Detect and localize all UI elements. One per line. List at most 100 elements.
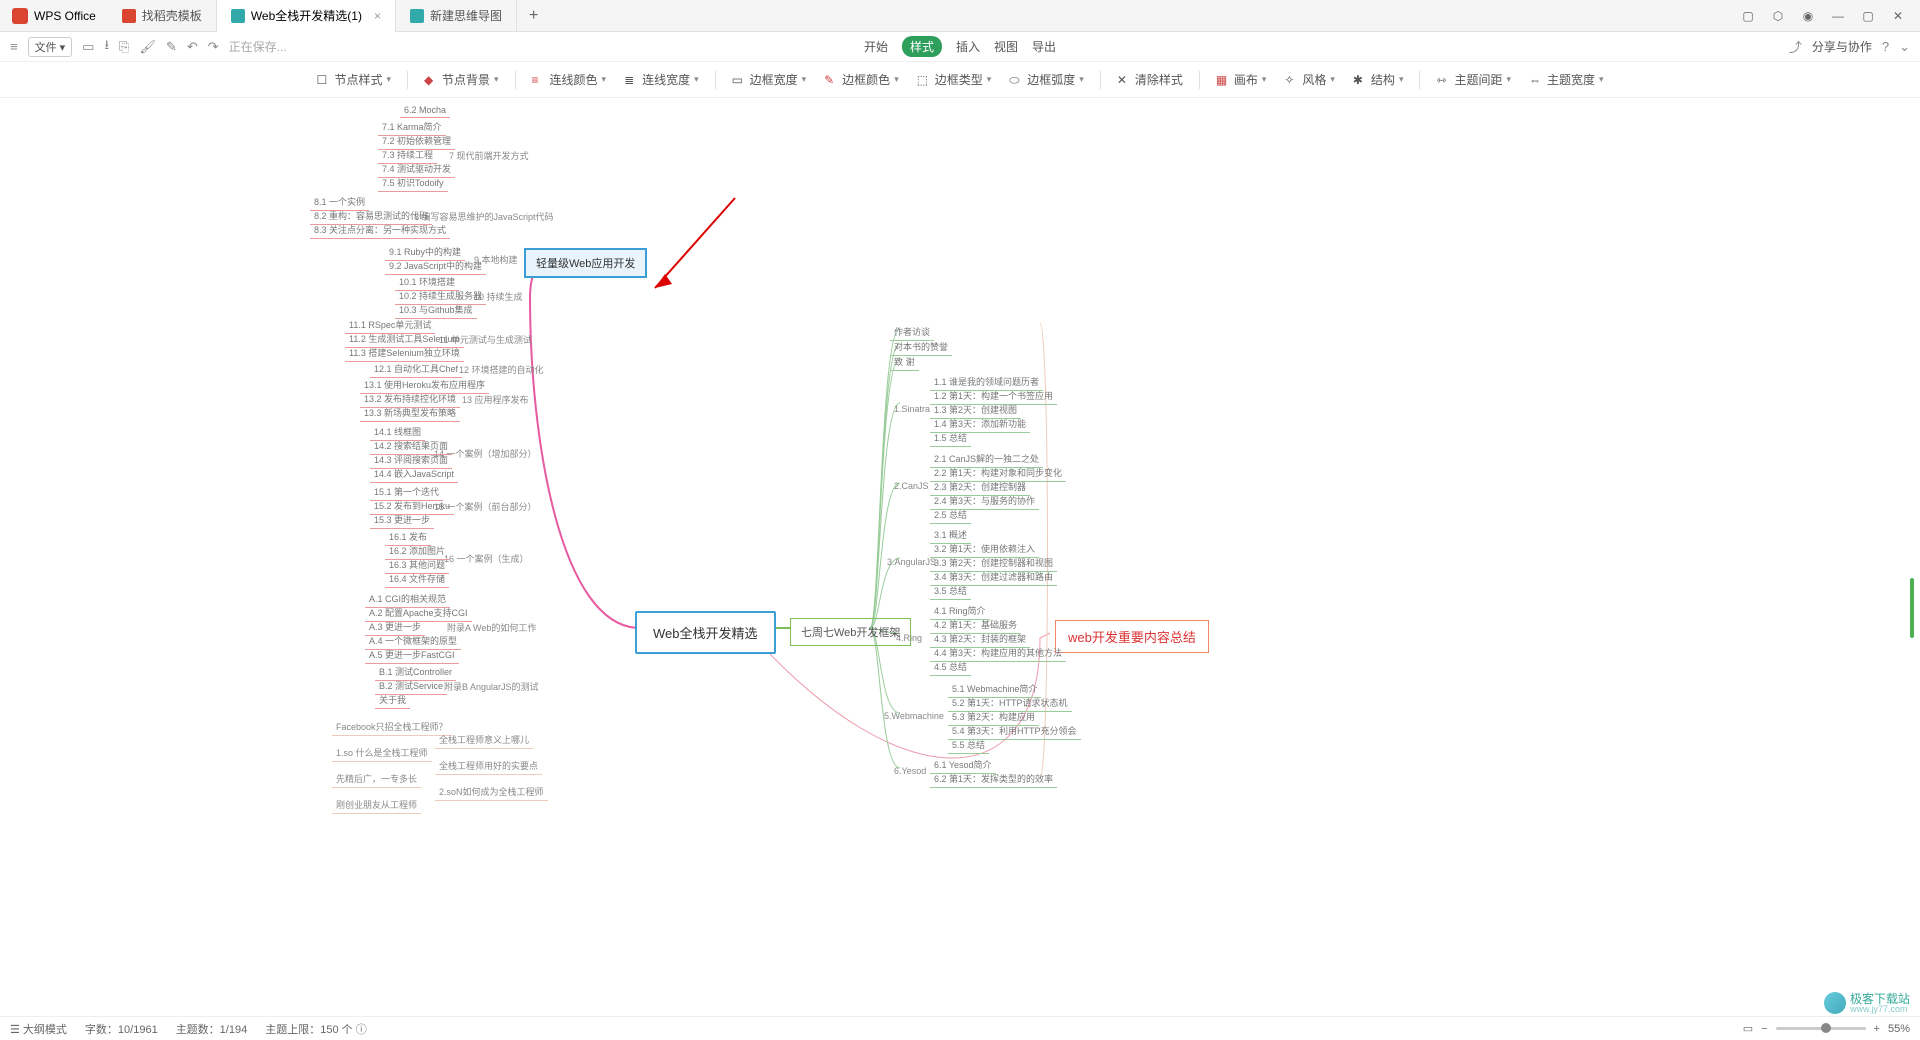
tool-topic-width[interactable]: ⇔主题宽度▾ <box>1523 71 1610 88</box>
leaf-node[interactable]: 4.5 总结 <box>930 658 971 676</box>
open-icon[interactable]: ▭ <box>82 39 94 55</box>
branch-label[interactable]: 16 一个案例（生成） <box>440 550 533 567</box>
leaf-node[interactable]: 3.5 总结 <box>930 582 971 600</box>
tool-structure[interactable]: ✱结构▾ <box>1347 71 1410 88</box>
tool-border-radius[interactable]: ⬭边框弧度▾ <box>1003 71 1090 88</box>
leaf-node[interactable]: 2.soN如何成为全栈工程师 <box>435 783 548 801</box>
tool-border-type[interactable]: ⬚边框类型▾ <box>911 71 998 88</box>
leaf-node[interactable]: 7.5 初识Todoify <box>378 174 448 192</box>
watermark: 极客下载站 www.jy77.com <box>1824 992 1910 1014</box>
leaf-node[interactable]: 15.3 更进一步 <box>370 511 434 529</box>
tool-clear[interactable]: ✕清除样式 <box>1111 71 1189 88</box>
root-node[interactable]: Web全栈开发精选 <box>635 611 776 654</box>
topic-count: 主题数：1/194 <box>176 1021 248 1037</box>
zoom-in-icon[interactable]: + <box>1874 1023 1880 1035</box>
zoom-fit-icon[interactable]: ▭ <box>1743 1022 1753 1035</box>
close-icon[interactable]: × <box>374 9 381 23</box>
maximize-button[interactable]: ▢ <box>1854 2 1882 30</box>
mindmap-icon <box>410 9 424 23</box>
redo-icon[interactable]: ↷ <box>208 39 219 55</box>
tool-border-width[interactable]: ▭边框宽度▾ <box>726 71 813 88</box>
tab-template[interactable]: 找稻壳模板 <box>108 0 217 32</box>
undo-icon[interactable]: ↶ <box>187 39 198 55</box>
help-icon[interactable]: ? <box>1882 39 1889 54</box>
leaf-node[interactable]: 刚创业朋友从工程师 <box>332 796 421 814</box>
brush-icon[interactable]: 🖌 <box>139 39 156 55</box>
pen-icon[interactable]: ✎ <box>166 39 177 55</box>
saving-status: 正在保存... <box>229 38 287 55</box>
leaf-node[interactable]: 6.2 第1天：发挥类型的的效率 <box>930 770 1057 788</box>
word-count: 字数：10/1961 <box>85 1021 158 1037</box>
leaf-node[interactable]: 13.3 新场典型发布策略 <box>360 404 460 422</box>
outline-mode[interactable]: ☰ 大纲模式 <box>10 1021 67 1037</box>
avatar-icon[interactable]: ◉ <box>1794 2 1822 30</box>
file-menu[interactable]: 文件 ▾ <box>28 37 73 57</box>
leaf-node[interactable]: 5.5 总结 <box>948 736 989 754</box>
tool-node-bg[interactable]: ◆节点背景▾ <box>418 71 505 88</box>
template-icon <box>122 9 136 23</box>
leaf-node[interactable]: 8.3 关注点分离：另一种实现方式 <box>310 221 450 239</box>
leaf-node[interactable]: 1.so 什么是全栈工程师 <box>332 744 432 762</box>
style-toolbar: ☐节点样式▾ ◆节点背景▾ ≡连线颜色▾ ≣连线宽度▾ ▭边框宽度▾ ✎边框颜色… <box>0 62 1920 98</box>
mindmap-icon <box>231 9 245 23</box>
leaf-node[interactable]: 2.5 总结 <box>930 506 971 524</box>
leaf-node[interactable]: 先精后广，一专多长 <box>332 770 421 788</box>
tool-topic-gap[interactable]: ⇿主题间距▾ <box>1430 71 1517 88</box>
leaf-node[interactable]: A.5 更进一步FastCGI <box>365 646 459 664</box>
tool-line-width[interactable]: ≣连线宽度▾ <box>618 71 705 88</box>
tool-theme[interactable]: ✧风格▾ <box>1278 71 1341 88</box>
tool-canvas[interactable]: ▦画布▾ <box>1210 71 1273 88</box>
chevron-down-icon[interactable]: ⌄ <box>1899 39 1910 55</box>
leaf-node[interactable]: 14.4 嵌入JavaScript <box>370 465 458 483</box>
mindmap-canvas[interactable]: Web全栈开发精选 轻量级Web应用开发 七周七Web开发框架 web开发重要内… <box>0 98 1920 1016</box>
share-label[interactable]: 分享与协作 <box>1812 38 1872 55</box>
menu-start[interactable]: 开始 <box>864 38 888 55</box>
leaf-node[interactable]: 全栈工程师用好的实要点 <box>435 757 542 775</box>
menu-style[interactable]: 样式 <box>902 36 942 57</box>
tab-new-mindmap[interactable]: 新建思维导图 <box>396 0 517 32</box>
leaf-node[interactable]: 16.4 文件存储 <box>385 570 449 588</box>
share-icon[interactable]: ⤴ <box>1789 37 1802 56</box>
tab-document[interactable]: Web全栈开发精选(1) × <box>217 0 396 32</box>
leaf-node[interactable]: 全栈工程师意义上哪儿 <box>435 731 533 749</box>
scroll-indicator <box>1910 578 1914 638</box>
menu-view[interactable]: 视图 <box>994 38 1018 55</box>
zoom-out-icon[interactable]: − <box>1761 1023 1767 1035</box>
leaf-node[interactable]: 6.2 Mocha <box>400 103 450 118</box>
menu-insert[interactable]: 插入 <box>956 38 980 55</box>
titlebar: WPS Office 找稻壳模板 Web全栈开发精选(1) × 新建思维导图 +… <box>0 0 1920 32</box>
chapter-label[interactable]: 4.Ring <box>892 631 926 645</box>
branch-label[interactable]: 7 现代前端开发方式 <box>445 147 533 164</box>
leaf-node[interactable]: Facebook只招全栈工程师？ <box>332 718 452 736</box>
zoom-value: 55% <box>1888 1023 1910 1035</box>
app-logo: WPS Office <box>0 8 108 24</box>
chapter-label[interactable]: 5.Webmachine <box>880 709 948 723</box>
zoom-slider[interactable] <box>1776 1027 1866 1030</box>
menu-icon[interactable]: ≡ <box>10 39 18 54</box>
cube-icon[interactable]: ⬡ <box>1764 2 1792 30</box>
chapter-label[interactable]: 2.CanJS <box>890 479 933 493</box>
menubar: ≡ 文件 ▾ ▭ ⭳ ⎘ 🖌 ✎ ↶ ↷ 正在保存... 开始 样式 插入 视图… <box>0 32 1920 62</box>
download-icon[interactable]: ⭳ <box>104 36 109 58</box>
leaf-node[interactable]: 致 谢 <box>890 353 919 371</box>
tool-line-color[interactable]: ≡连线颜色▾ <box>526 71 613 88</box>
minimize-button[interactable]: — <box>1824 2 1852 30</box>
tab-add[interactable]: + <box>517 7 550 25</box>
red-node[interactable]: web开发重要内容总结 <box>1055 620 1209 653</box>
export-icon[interactable]: ⎘ <box>119 39 129 55</box>
watermark-logo <box>1824 992 1846 1014</box>
close-button[interactable]: ✕ <box>1884 2 1912 30</box>
tool-border-color[interactable]: ✎边框颜色▾ <box>818 71 905 88</box>
topic-limit: 主题上限：150 个 ⓘ <box>265 1021 366 1037</box>
tool-node-style[interactable]: ☐节点样式▾ <box>310 71 397 88</box>
menu-export[interactable]: 导出 <box>1032 38 1056 55</box>
chapter-label[interactable]: 1.Sinatra <box>890 402 934 416</box>
wps-icon <box>12 8 28 24</box>
app-name: WPS Office <box>34 9 96 23</box>
leaf-node[interactable]: 关于我 <box>375 691 410 709</box>
chapter-label[interactable]: 6.Yesod <box>890 764 930 778</box>
selected-node[interactable]: 轻量级Web应用开发 <box>524 248 647 278</box>
statusbar: ☰ 大纲模式 字数：10/1961 主题数：1/194 主题上限：150 个 ⓘ… <box>0 1016 1920 1040</box>
leaf-node[interactable]: 1.5 总结 <box>930 429 971 447</box>
feedback-icon[interactable]: ▢ <box>1734 2 1762 30</box>
